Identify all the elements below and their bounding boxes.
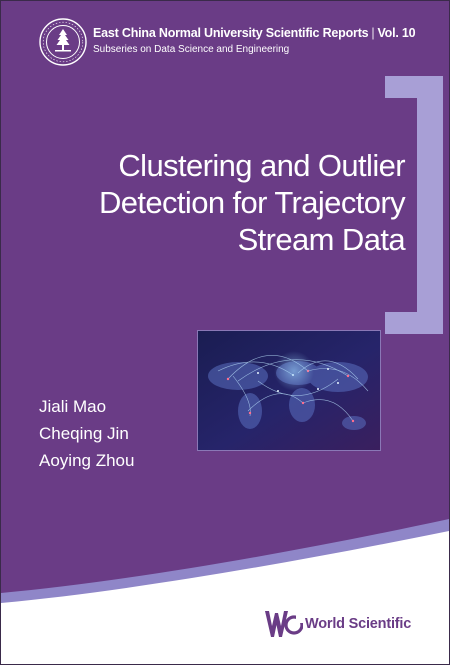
- book-cover: East China Normal University Scientific …: [0, 0, 450, 665]
- publisher-name: World Scientific: [305, 616, 412, 632]
- book-title-line-3: Stream Data: [237, 222, 406, 257]
- book-title-line-1: Clustering and Outlier: [118, 148, 405, 183]
- series-separator: |: [371, 26, 375, 40]
- world-map-network-image: [197, 330, 381, 451]
- university-seal-icon: [39, 18, 87, 66]
- author-name: Aoying Zhou: [39, 451, 135, 470]
- series-volume: Vol. 10: [377, 26, 416, 40]
- author-name: Cheqing Jin: [39, 424, 129, 443]
- publisher-logo: World Scientific: [263, 609, 411, 639]
- book-title: Clustering and Outlier Detection for Tra…: [25, 147, 406, 258]
- series-subtitle: Subseries on Data Science and Engineerin…: [93, 44, 290, 55]
- bottom-wave-panel: [1, 519, 449, 664]
- book-title-line-2: Detection for Trajectory: [98, 185, 406, 220]
- author-list: Jiali Mao Cheqing Jin Aoying Zhou: [39, 393, 134, 474]
- series-title: East China Normal University Scientific …: [93, 26, 443, 40]
- author-name: Jiali Mao: [39, 397, 107, 416]
- world-scientific-logo-icon: [265, 611, 303, 637]
- series-name: East China Normal University Scientific …: [93, 26, 369, 40]
